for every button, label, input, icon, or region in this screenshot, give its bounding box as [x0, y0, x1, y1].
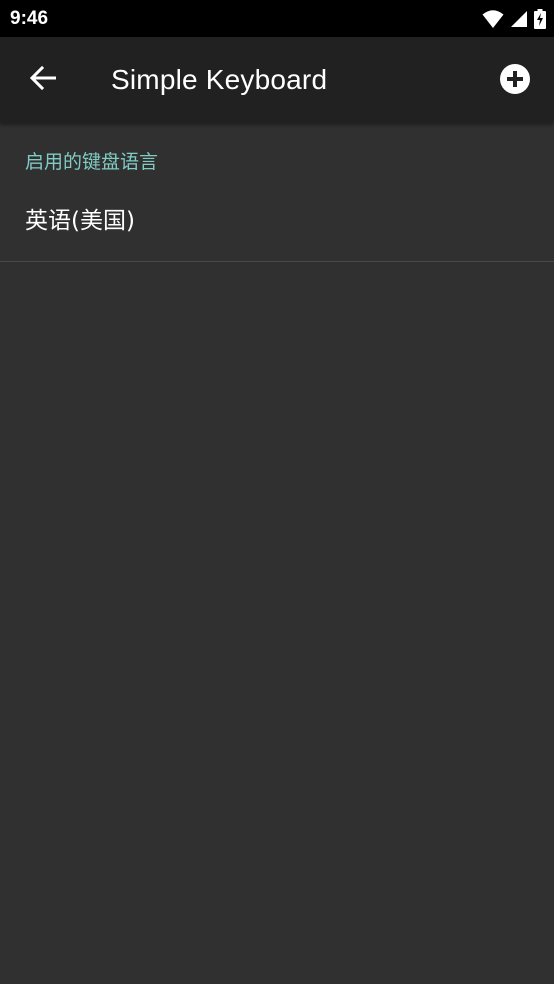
status-icons — [482, 8, 546, 30]
add-language-button[interactable] — [490, 57, 540, 105]
app-bar: Simple Keyboard — [0, 37, 554, 123]
status-bar: 9:46 — [0, 0, 554, 37]
wifi-icon — [482, 9, 504, 29]
back-button[interactable] — [18, 55, 68, 105]
section-header: 启用的键盘语言 — [25, 151, 159, 173]
divider — [0, 261, 554, 262]
arrow-back-icon — [29, 65, 57, 94]
list-item-language[interactable]: 英语(美国) — [0, 188, 554, 261]
cell-signal-icon — [510, 10, 528, 28]
list-item-label: 英语(美国) — [25, 208, 135, 234]
page-title: Simple Keyboard — [111, 64, 328, 95]
add-circle-icon — [499, 63, 531, 99]
status-time: 9:46 — [10, 8, 49, 29]
battery-charging-icon — [534, 9, 546, 29]
